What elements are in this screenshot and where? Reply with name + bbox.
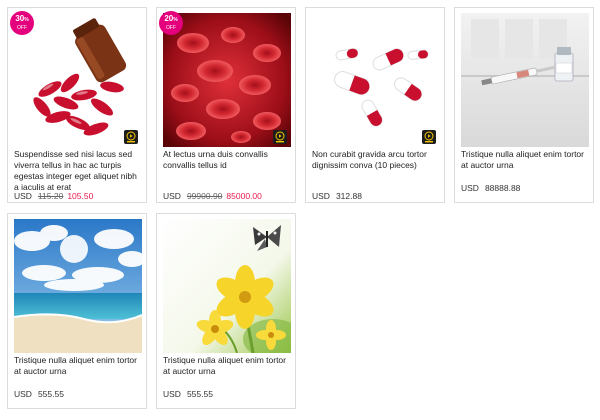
product-title[interactable]: Tristique nulla aliquet enim tortor at a… — [14, 355, 142, 377]
price-row: USD 115.20 105.50 — [14, 191, 93, 201]
original-price: 115.20 — [37, 191, 64, 201]
price: 312.88 — [335, 191, 362, 201]
product-title[interactable]: At lectus urna duis convallis convallis … — [163, 149, 291, 171]
original-price: 99900.90 — [186, 191, 223, 201]
product-card[interactable]: 20% OFF At lectus urna duis convallis co… — [156, 7, 296, 203]
price-row: USD 88888.88 — [461, 183, 520, 193]
product-image-beach[interactable] — [14, 219, 142, 353]
product-card[interactable]: Tristique nulla aliquet enim tortor at a… — [7, 213, 147, 409]
price: 555.55 — [37, 389, 64, 399]
product-image-capsules[interactable] — [14, 13, 142, 147]
product-card[interactable]: Non curabit gravida arcu tortor dignissi… — [305, 7, 445, 203]
product-grid: 30% OFF Suspendisse sed nisi lacus sed v… — [7, 7, 597, 417]
currency-label: USD — [163, 389, 181, 399]
currency-label: USD — [312, 191, 330, 201]
product-card[interactable]: Tristique nulla aliquet enim tortor at a… — [454, 7, 594, 203]
price-row: USD 555.55 — [163, 389, 213, 399]
price-row: USD 99900.90 85000.00 — [163, 191, 262, 201]
product-card[interactable]: Tristique nulla aliquet enim tortor at a… — [156, 213, 296, 409]
product-title[interactable]: Suspendisse sed nisi lacus sed viverra t… — [14, 149, 142, 193]
product-image-syringe[interactable] — [461, 13, 589, 147]
video-play-icon[interactable] — [124, 130, 138, 144]
discount-badge: 20% OFF — [159, 11, 183, 35]
price-row: USD 555.55 — [14, 389, 64, 399]
currency-label: USD — [461, 183, 479, 193]
sale-price: 85000.00 — [226, 191, 262, 201]
price: 555.55 — [186, 389, 213, 399]
currency-label: USD — [14, 191, 32, 201]
product-title[interactable]: Tristique nulla aliquet enim tortor at a… — [461, 149, 589, 171]
currency-label: USD — [14, 389, 32, 399]
video-play-icon[interactable] — [273, 130, 287, 144]
product-image-flower[interactable] — [163, 219, 291, 353]
product-image-pills[interactable] — [312, 13, 440, 147]
product-card[interactable]: 30% OFF Suspendisse sed nisi lacus sed v… — [7, 7, 147, 203]
discount-badge: 30% OFF — [10, 11, 34, 35]
product-image-blood-cells[interactable] — [163, 13, 291, 147]
product-title[interactable]: Tristique nulla aliquet enim tortor at a… — [163, 355, 291, 377]
product-title[interactable]: Non curabit gravida arcu tortor dignissi… — [312, 149, 440, 171]
video-play-icon[interactable] — [422, 130, 436, 144]
price: 88888.88 — [484, 183, 521, 193]
currency-label: USD — [163, 191, 181, 201]
sale-price: 105.50 — [67, 191, 94, 201]
price-row: USD 312.88 — [312, 191, 362, 201]
